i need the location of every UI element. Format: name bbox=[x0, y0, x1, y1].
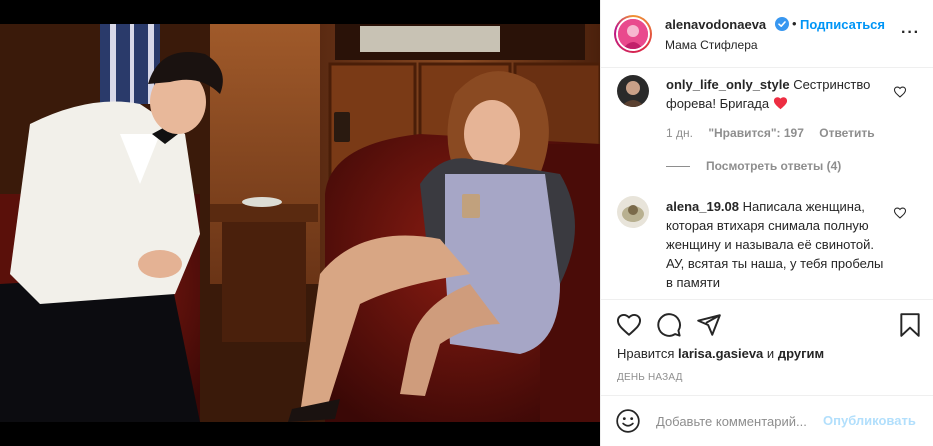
comment-reply-button[interactable]: Ответить bbox=[819, 126, 874, 140]
likes-summary: Нравится larisa.gasieva и другим bbox=[617, 346, 824, 361]
comment-avatar-photo-icon bbox=[617, 75, 649, 107]
comments-list: only_life_only_style Сестринство форева!… bbox=[601, 69, 933, 299]
header-separator: • bbox=[792, 16, 797, 31]
avatar-photo-icon bbox=[618, 19, 648, 49]
view-replies-button[interactable]: Посмотреть ответы (4) bbox=[666, 159, 841, 173]
emoji-icon[interactable] bbox=[615, 408, 641, 434]
comment-like-heart-icon[interactable] bbox=[893, 206, 907, 220]
post-photo[interactable] bbox=[0, 24, 600, 422]
post-location-subtitle[interactable]: Мама Стифлера bbox=[665, 38, 758, 52]
post-media bbox=[0, 0, 600, 446]
comment-avatar[interactable] bbox=[617, 75, 649, 107]
share-icon[interactable] bbox=[696, 312, 722, 338]
liked-and: и bbox=[766, 346, 775, 361]
comment-avatar-photo-icon bbox=[617, 196, 649, 228]
comment-time[interactable]: 1 дн. bbox=[666, 126, 693, 140]
verified-badge-icon bbox=[775, 17, 789, 31]
liked-others-link[interactable]: другим bbox=[778, 346, 824, 361]
replies-divider-line bbox=[666, 166, 690, 168]
bookmark-icon[interactable] bbox=[897, 312, 923, 338]
liked-prefix: Нравится bbox=[617, 346, 675, 361]
post-actions: Нравится larisa.gasieva и другим ДЕНЬ НА… bbox=[601, 299, 933, 446]
movie-still-image bbox=[0, 24, 600, 422]
post-timestamp[interactable]: ДЕНЬ НАЗАД bbox=[617, 372, 683, 383]
comment-body: only_life_only_style Сестринство форева!… bbox=[666, 75, 891, 113]
comment-icon[interactable] bbox=[656, 312, 682, 338]
comment-body: alena_19.08 Написала женщина, которая вт… bbox=[666, 197, 891, 292]
add-comment-bar: Опубликовать bbox=[601, 395, 933, 446]
more-options-icon[interactable]: ··· bbox=[901, 24, 920, 42]
red-heart-emoji bbox=[773, 97, 787, 110]
heart-icon[interactable] bbox=[616, 312, 642, 338]
liked-user-link[interactable]: larisa.gasieva bbox=[678, 346, 763, 361]
comment-meta: 1 дн. "Нравится": 197 Ответить bbox=[666, 126, 887, 140]
author-username[interactable]: alenavodonaeva bbox=[665, 17, 766, 32]
comment-username[interactable]: only_life_only_style bbox=[666, 77, 790, 92]
comment-likes-count[interactable]: "Нравится": 197 bbox=[708, 126, 804, 140]
publish-button[interactable]: Опубликовать bbox=[823, 413, 916, 428]
author-avatar[interactable] bbox=[614, 15, 652, 53]
view-replies-label: Посмотреть ответы (4) bbox=[706, 159, 842, 173]
follow-button[interactable]: Подписаться bbox=[800, 17, 885, 32]
post-side-panel: alenavodonaeva • Подписаться Мама Стифле… bbox=[600, 0, 933, 446]
comment-avatar[interactable] bbox=[617, 196, 649, 228]
post-header: alenavodonaeva • Подписаться Мама Стифле… bbox=[601, 0, 933, 68]
comment-username[interactable]: alena_19.08 bbox=[666, 199, 739, 214]
comment-like-heart-icon[interactable] bbox=[893, 85, 907, 99]
add-comment-input[interactable] bbox=[656, 410, 826, 432]
